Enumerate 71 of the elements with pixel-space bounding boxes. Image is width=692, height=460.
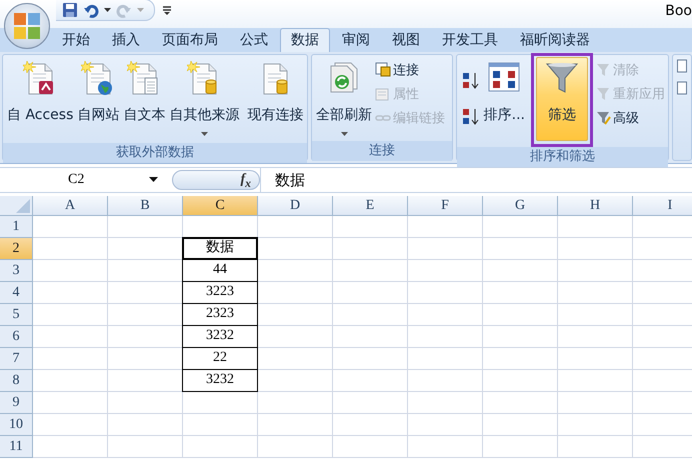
- funnel-icon: [596, 62, 611, 78]
- column-header[interactable]: A: [33, 196, 108, 216]
- table-cell: 数据: [182, 237, 258, 260]
- sort-descending-icon[interactable]: [462, 107, 480, 127]
- window-title: Boo: [665, 3, 692, 19]
- ribbon-tab[interactable]: 审阅: [332, 29, 380, 52]
- ribbon-tab[interactable]: 插入: [102, 29, 150, 52]
- row-header[interactable]: 5: [0, 304, 33, 326]
- sort-button[interactable]: 排序...: [482, 57, 527, 141]
- insert-function-button[interactable]: f$_{x}$: [172, 170, 260, 190]
- group-label: 获取外部数据: [3, 143, 307, 163]
- name-box[interactable]: C2: [0, 172, 164, 188]
- column-header[interactable]: H: [558, 196, 633, 216]
- connection-icon: [375, 62, 391, 78]
- ribbon-button[interactable]: 自其他来源: [167, 57, 242, 141]
- ribbon-tab[interactable]: 开始: [52, 29, 100, 52]
- row-header[interactable]: 10: [0, 414, 33, 436]
- funnel-icon: [596, 86, 611, 102]
- row-header[interactable]: 3: [0, 260, 33, 282]
- row-header[interactable]: 7: [0, 348, 33, 370]
- table-tool-icon[interactable]: [677, 81, 687, 95]
- office-logo-icon: [12, 11, 42, 41]
- table-cell: 3223: [182, 281, 258, 304]
- undo-icon[interactable]: [83, 2, 99, 18]
- ribbon-tab[interactable]: 页面布局: [152, 29, 228, 52]
- column-header[interactable]: D: [258, 196, 333, 216]
- row-header[interactable]: 4: [0, 282, 33, 304]
- formula-field[interactable]: 数据: [260, 168, 692, 192]
- column-header[interactable]: E: [333, 196, 408, 216]
- ribbon-small-button[interactable]: 连接: [374, 59, 446, 81]
- caret-icon: [200, 132, 208, 137]
- sort-ascending-icon[interactable]: [462, 71, 480, 91]
- column-header[interactable]: B: [108, 196, 183, 216]
- row-header[interactable]: 11: [0, 436, 33, 458]
- column-header[interactable]: C: [183, 196, 258, 216]
- table-cell: 3232: [182, 369, 258, 392]
- row-header[interactable]: 8: [0, 370, 33, 392]
- ribbon-tab[interactable]: 数据: [280, 28, 330, 52]
- corner-triangle-icon: [16, 199, 30, 213]
- row-header[interactable]: 6: [0, 326, 33, 348]
- table-cell: 2323: [182, 303, 258, 326]
- funnel-icon: [596, 110, 611, 126]
- ribbon-tab[interactable]: 视图: [382, 29, 430, 52]
- group-label: 排序和筛选: [456, 147, 668, 167]
- table-cell: 44: [182, 259, 258, 282]
- column-header[interactable]: I: [633, 196, 692, 216]
- save-icon[interactable]: [62, 2, 78, 18]
- caret-icon[interactable]: [104, 7, 111, 13]
- properties-icon: [375, 86, 391, 102]
- table-tool-icon[interactable]: [677, 59, 687, 73]
- ribbon-button[interactable]: 自 Access: [5, 57, 76, 141]
- column-header[interactable]: F: [408, 196, 483, 216]
- ribbon-small-button[interactable]: 高级: [595, 107, 666, 129]
- row-header[interactable]: 1: [0, 216, 33, 238]
- ribbon-tab[interactable]: 福昕阅读器: [510, 29, 600, 52]
- filter-button[interactable]: 筛选: [536, 57, 588, 141]
- ribbon-button[interactable]: 自网站: [75, 57, 122, 141]
- customize-toolbar-icon[interactable]: [163, 5, 171, 15]
- ribbon-tab[interactable]: 公式: [230, 29, 278, 52]
- caret-icon: [340, 132, 348, 137]
- table-cell: 22: [182, 347, 258, 370]
- refresh-all-button[interactable]: 全部刷新: [314, 57, 374, 141]
- ribbon-button[interactable]: 现有连接: [245, 57, 306, 141]
- row-header[interactable]: 2: [0, 238, 33, 260]
- ribbon-tab[interactable]: 开发工具: [432, 29, 508, 52]
- group-label: 连接: [312, 141, 452, 161]
- table-cell: 3232: [182, 325, 258, 348]
- column-header[interactable]: G: [483, 196, 558, 216]
- caret-icon[interactable]: [149, 177, 158, 183]
- row-header[interactable]: 9: [0, 392, 33, 414]
- ribbon-button[interactable]: 自文本: [121, 57, 168, 141]
